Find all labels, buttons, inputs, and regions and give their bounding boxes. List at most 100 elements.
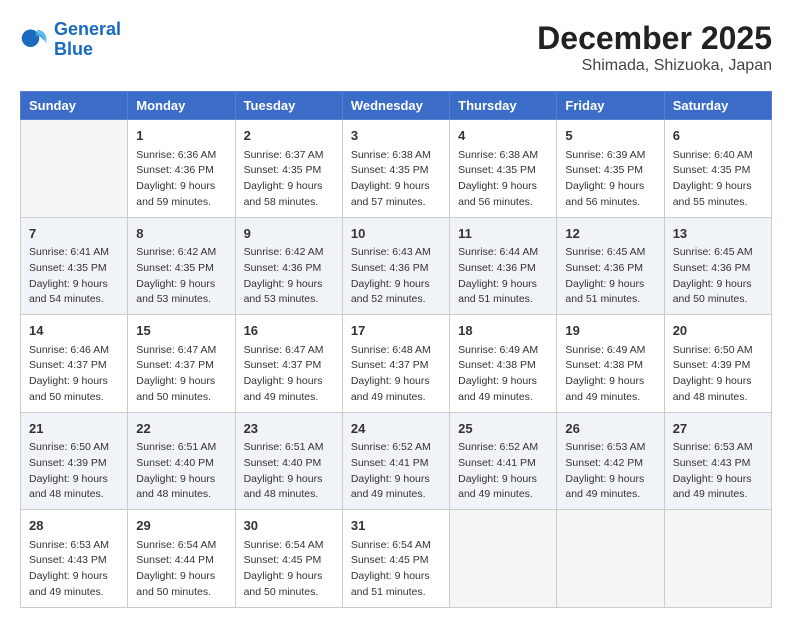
day-number: 28 [29, 516, 119, 536]
day-info: Daylight: 9 hours [29, 374, 119, 390]
day-info: Sunrise: 6:50 AM [673, 343, 763, 359]
day-info: Daylight: 9 hours [673, 472, 763, 488]
day-info: Sunset: 4:39 PM [673, 358, 763, 374]
day-info: and 50 minutes. [136, 585, 226, 601]
day-info: and 48 minutes. [29, 487, 119, 503]
day-info: and 56 minutes. [458, 195, 548, 211]
day-info: Sunset: 4:39 PM [29, 456, 119, 472]
calendar-cell: 15Sunrise: 6:47 AMSunset: 4:37 PMDayligh… [128, 315, 235, 413]
day-info: Daylight: 9 hours [458, 277, 548, 293]
calendar-week-4: 21Sunrise: 6:50 AMSunset: 4:39 PMDayligh… [21, 412, 772, 510]
logo-icon [20, 26, 48, 54]
day-info: Sunrise: 6:39 AM [565, 148, 655, 164]
day-number: 26 [565, 419, 655, 439]
day-info: Sunset: 4:36 PM [673, 261, 763, 277]
day-info: Sunset: 4:35 PM [458, 163, 548, 179]
day-info: Daylight: 9 hours [136, 179, 226, 195]
day-number: 6 [673, 126, 763, 146]
day-info: Sunrise: 6:54 AM [136, 538, 226, 554]
day-info: Sunrise: 6:54 AM [244, 538, 334, 554]
day-info: Sunset: 4:40 PM [136, 456, 226, 472]
calendar-cell: 25Sunrise: 6:52 AMSunset: 4:41 PMDayligh… [450, 412, 557, 510]
day-number: 22 [136, 419, 226, 439]
day-info: and 49 minutes. [351, 390, 441, 406]
day-info: Sunrise: 6:51 AM [244, 440, 334, 456]
day-info: Daylight: 9 hours [673, 374, 763, 390]
day-info: and 48 minutes. [673, 390, 763, 406]
calendar-week-5: 28Sunrise: 6:53 AMSunset: 4:43 PMDayligh… [21, 510, 772, 608]
calendar-week-1: 1Sunrise: 6:36 AMSunset: 4:36 PMDaylight… [21, 120, 772, 218]
day-info: Daylight: 9 hours [565, 472, 655, 488]
day-info: Daylight: 9 hours [244, 277, 334, 293]
calendar-table: SundayMondayTuesdayWednesdayThursdayFrid… [20, 91, 772, 608]
day-number: 17 [351, 321, 441, 341]
day-info: and 58 minutes. [244, 195, 334, 211]
day-info: Sunrise: 6:43 AM [351, 245, 441, 261]
day-info: and 57 minutes. [351, 195, 441, 211]
day-info: Sunset: 4:36 PM [351, 261, 441, 277]
day-info: Sunrise: 6:46 AM [29, 343, 119, 359]
header-cell-tuesday: Tuesday [235, 92, 342, 120]
day-number: 13 [673, 224, 763, 244]
header-cell-sunday: Sunday [21, 92, 128, 120]
calendar-cell: 3Sunrise: 6:38 AMSunset: 4:35 PMDaylight… [342, 120, 449, 218]
day-info: Sunset: 4:36 PM [458, 261, 548, 277]
day-info: Sunset: 4:42 PM [565, 456, 655, 472]
header-cell-wednesday: Wednesday [342, 92, 449, 120]
day-info: Daylight: 9 hours [29, 277, 119, 293]
day-number: 9 [244, 224, 334, 244]
day-info: Sunset: 4:38 PM [565, 358, 655, 374]
day-number: 31 [351, 516, 441, 536]
day-info: Sunrise: 6:49 AM [458, 343, 548, 359]
day-info: and 50 minutes. [673, 292, 763, 308]
day-info: Sunrise: 6:38 AM [351, 148, 441, 164]
day-info: Sunrise: 6:45 AM [673, 245, 763, 261]
day-info: Sunrise: 6:42 AM [136, 245, 226, 261]
calendar-cell: 23Sunrise: 6:51 AMSunset: 4:40 PMDayligh… [235, 412, 342, 510]
day-info: and 54 minutes. [29, 292, 119, 308]
day-info: and 51 minutes. [458, 292, 548, 308]
calendar-cell: 12Sunrise: 6:45 AMSunset: 4:36 PMDayligh… [557, 217, 664, 315]
day-info: and 50 minutes. [244, 585, 334, 601]
day-info: Daylight: 9 hours [244, 569, 334, 585]
calendar-cell: 6Sunrise: 6:40 AMSunset: 4:35 PMDaylight… [664, 120, 771, 218]
logo: GeneralBlue [20, 20, 121, 60]
day-info: and 53 minutes. [136, 292, 226, 308]
page-title: December 2025 [537, 20, 772, 57]
header-cell-monday: Monday [128, 92, 235, 120]
day-info: and 53 minutes. [244, 292, 334, 308]
day-info: Daylight: 9 hours [136, 569, 226, 585]
calendar-cell: 16Sunrise: 6:47 AMSunset: 4:37 PMDayligh… [235, 315, 342, 413]
day-info: Sunset: 4:45 PM [351, 553, 441, 569]
day-info: Daylight: 9 hours [458, 179, 548, 195]
day-info: Sunrise: 6:52 AM [458, 440, 548, 456]
day-info: Sunrise: 6:52 AM [351, 440, 441, 456]
day-info: and 49 minutes. [458, 487, 548, 503]
day-info: Sunrise: 6:47 AM [244, 343, 334, 359]
calendar-cell: 21Sunrise: 6:50 AMSunset: 4:39 PMDayligh… [21, 412, 128, 510]
day-info: Daylight: 9 hours [29, 472, 119, 488]
calendar-cell: 19Sunrise: 6:49 AMSunset: 4:38 PMDayligh… [557, 315, 664, 413]
header-cell-friday: Friday [557, 92, 664, 120]
day-info: and 50 minutes. [29, 390, 119, 406]
day-number: 14 [29, 321, 119, 341]
day-info: Sunset: 4:37 PM [136, 358, 226, 374]
day-info: Daylight: 9 hours [244, 472, 334, 488]
day-info: and 48 minutes. [136, 487, 226, 503]
title-block: December 2025 Shimada, Shizuoka, Japan [537, 20, 772, 75]
day-info: and 52 minutes. [351, 292, 441, 308]
day-info: Sunrise: 6:40 AM [673, 148, 763, 164]
day-number: 29 [136, 516, 226, 536]
day-number: 2 [244, 126, 334, 146]
day-info: Sunrise: 6:36 AM [136, 148, 226, 164]
day-info: Sunset: 4:45 PM [244, 553, 334, 569]
day-info: Sunset: 4:35 PM [29, 261, 119, 277]
day-info: Sunrise: 6:51 AM [136, 440, 226, 456]
day-info: Sunset: 4:37 PM [244, 358, 334, 374]
calendar-cell: 18Sunrise: 6:49 AMSunset: 4:38 PMDayligh… [450, 315, 557, 413]
day-info: Daylight: 9 hours [565, 374, 655, 390]
day-info: Daylight: 9 hours [458, 472, 548, 488]
calendar-cell: 28Sunrise: 6:53 AMSunset: 4:43 PMDayligh… [21, 510, 128, 608]
page-subtitle: Shimada, Shizuoka, Japan [537, 57, 772, 75]
day-info: Sunset: 4:36 PM [136, 163, 226, 179]
